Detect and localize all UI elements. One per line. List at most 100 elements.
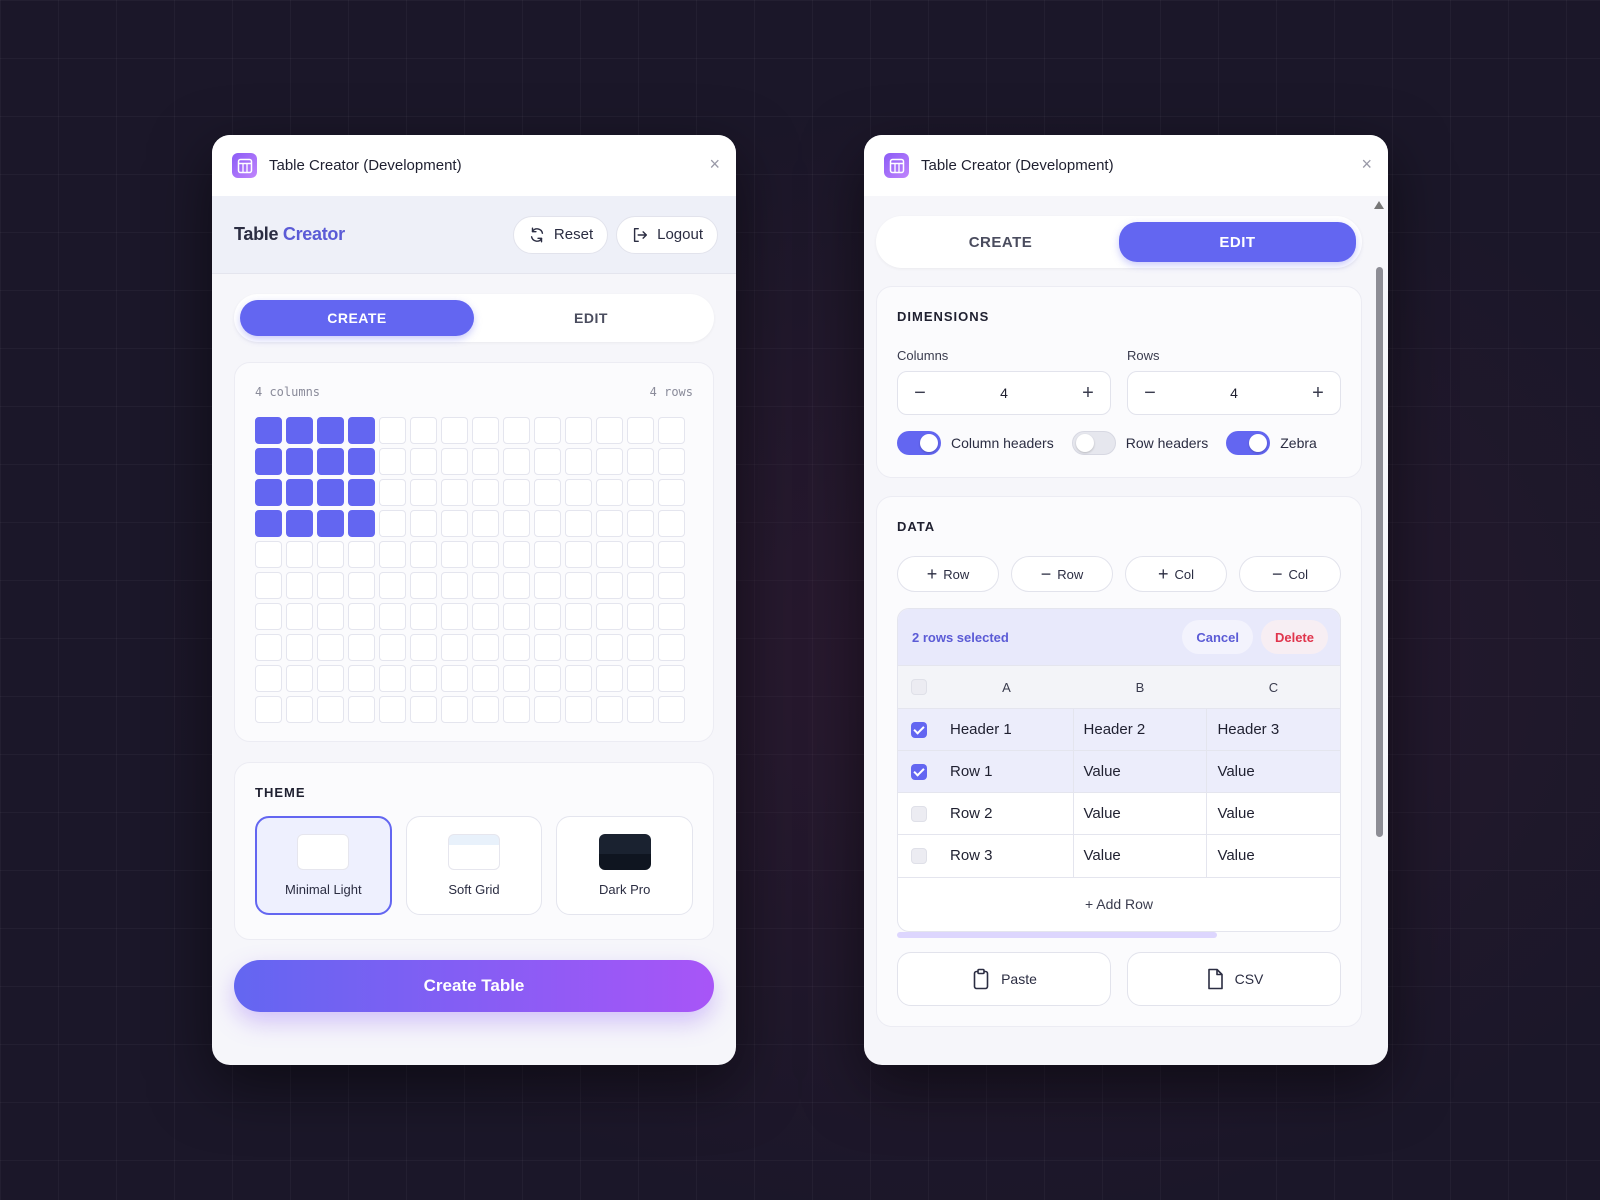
grid-cell[interactable] [286,696,313,723]
grid-cell[interactable] [441,572,468,599]
column-header[interactable]: C [1206,665,1340,709]
grid-cell[interactable] [658,696,685,723]
grid-cell[interactable] [286,541,313,568]
grid-cell[interactable] [627,696,654,723]
grid-cell[interactable] [627,572,654,599]
grid-cell[interactable] [348,603,375,630]
grid-cell[interactable] [596,634,623,661]
grid-cell[interactable] [658,479,685,506]
grid-cell[interactable] [565,696,592,723]
grid-cell[interactable] [286,634,313,661]
grid-cell[interactable] [565,541,592,568]
grid-cell[interactable] [379,634,406,661]
grid-cell[interactable] [286,603,313,630]
grid-cell[interactable] [596,696,623,723]
grid-cell[interactable] [410,479,437,506]
grid-cell[interactable] [348,479,375,506]
grid-cell[interactable] [534,603,561,630]
grid-cell[interactable] [534,479,561,506]
grid-cell[interactable] [379,603,406,630]
grid-cell[interactable] [565,665,592,692]
table-cell[interactable]: Row 2 [940,792,1074,835]
grid-cell[interactable] [410,603,437,630]
theme-dark-pro[interactable]: Dark Pro [556,816,693,915]
grid-cell[interactable] [503,448,530,475]
grid-cell[interactable] [348,510,375,537]
grid-cell[interactable] [348,448,375,475]
row-headers-toggle[interactable] [1071,431,1116,455]
grid-cell[interactable] [627,634,654,661]
close-icon[interactable]: × [709,155,720,173]
tab-create[interactable]: CREATE [882,222,1119,262]
horizontal-scrollbar[interactable] [897,931,1217,938]
remove-col-action-button[interactable]: − Col [1239,556,1341,592]
grid-cell[interactable] [441,696,468,723]
grid-cell[interactable] [472,634,499,661]
grid-cell[interactable] [410,448,437,475]
row-checkbox[interactable] [911,722,927,739]
grid-cell[interactable] [565,479,592,506]
grid-cell[interactable] [596,417,623,444]
grid-cell[interactable] [565,417,592,444]
grid-cell[interactable] [627,448,654,475]
grid-cell[interactable] [472,448,499,475]
grid-cell[interactable] [410,541,437,568]
theme-soft-grid[interactable]: Soft Grid [405,816,543,915]
cancel-selection-button[interactable]: Cancel [1182,620,1253,654]
grid-cell[interactable] [410,572,437,599]
grid-cell[interactable] [658,572,685,599]
grid-cell[interactable] [255,448,282,475]
table-cell[interactable]: Header 2 [1072,708,1207,751]
grid-cell[interactable] [565,448,592,475]
row-checkbox[interactable] [911,764,927,781]
grid-cell[interactable] [565,510,592,537]
table-cell[interactable]: Header 3 [1206,708,1340,751]
tab-create[interactable]: CREATE [240,300,474,336]
grid-cell[interactable] [255,665,282,692]
grid-cell[interactable] [503,665,530,692]
grid-cell[interactable] [379,510,406,537]
grid-cell[interactable] [317,510,344,537]
zebra-toggle[interactable] [1226,431,1271,455]
grid-cell[interactable] [596,541,623,568]
grid-cell[interactable] [472,417,499,444]
grid-cell[interactable] [658,665,685,692]
grid-cell[interactable] [286,417,313,444]
reset-button[interactable]: Reset [512,215,609,254]
row-checkbox[interactable] [911,848,927,865]
grid-cell[interactable] [472,541,499,568]
grid-cell[interactable] [379,417,406,444]
grid-cell[interactable] [565,572,592,599]
create-table-button[interactable]: Create Table [234,960,714,1012]
grid-cell[interactable] [255,417,282,444]
grid-cell[interactable] [410,510,437,537]
grid-cell[interactable] [441,541,468,568]
grid-cell[interactable] [503,417,530,444]
grid-cell[interactable] [534,417,561,444]
grid-cell[interactable] [286,510,313,537]
grid-cell[interactable] [472,479,499,506]
grid-cell[interactable] [348,696,375,723]
rows-increment-button[interactable]: + [1308,383,1328,403]
grid-cell[interactable] [503,572,530,599]
tab-edit[interactable]: EDIT [1119,222,1356,262]
grid-cell[interactable] [503,541,530,568]
grid-cell[interactable] [410,417,437,444]
grid-cell[interactable] [286,448,313,475]
grid-cell[interactable] [441,479,468,506]
grid-cell[interactable] [441,417,468,444]
table-cell[interactable]: Value [1206,750,1340,793]
columns-increment-button[interactable]: + [1078,383,1098,403]
table-cell[interactable]: Value [1072,750,1207,793]
select-all-checkbox[interactable] [911,679,927,696]
grid-cell[interactable] [348,572,375,599]
table-cell[interactable]: Value [1206,792,1340,835]
table-cell[interactable]: Value [1072,834,1207,877]
columns-decrement-button[interactable]: − [910,383,930,403]
tab-edit[interactable]: EDIT [474,300,708,336]
grid-cell[interactable] [255,572,282,599]
grid-cell[interactable] [658,510,685,537]
grid-cell[interactable] [534,696,561,723]
grid-cell[interactable] [627,603,654,630]
grid-cell[interactable] [410,634,437,661]
